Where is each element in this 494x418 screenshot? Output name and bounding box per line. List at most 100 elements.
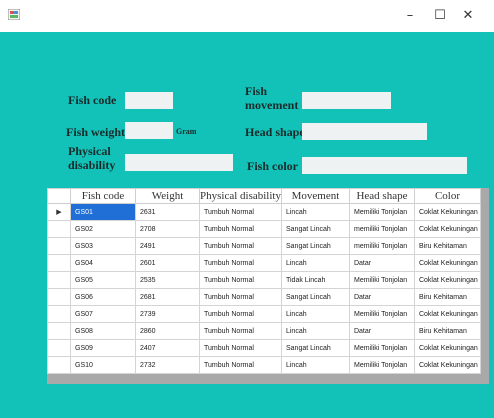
cell-weight[interactable]: 2535 bbox=[135, 271, 200, 289]
cell-fish-code[interactable]: GS08 bbox=[70, 322, 136, 340]
row-header[interactable] bbox=[47, 305, 71, 323]
table-row[interactable]: GS06 2681 Tumbuh Normal Sangat Lincah Datar B… bbox=[47, 288, 481, 306]
cell-color[interactable]: Coklat Kekuningan bbox=[413, 254, 481, 272]
cell-physical-disability[interactable]: Tumbuh Normal bbox=[199, 254, 282, 272]
cell-fish-code[interactable]: GS05 bbox=[70, 271, 136, 289]
cell-physical-disability[interactable]: Tumbuh Normal bbox=[199, 220, 282, 238]
cell-weight[interactable]: 2708 bbox=[135, 220, 200, 238]
fish-movement-field[interactable] bbox=[302, 92, 391, 109]
cell-head-shape[interactable]: Datar bbox=[348, 288, 415, 306]
cell-weight[interactable]: 2681 bbox=[135, 288, 200, 306]
cell-color[interactable]: Biru Kehitaman bbox=[413, 288, 481, 306]
cell-color[interactable]: Coklat Kekuningan bbox=[413, 305, 481, 323]
cell-weight[interactable]: 2739 bbox=[135, 305, 200, 323]
row-header[interactable]: ▶ bbox=[47, 203, 71, 221]
cell-color[interactable]: Coklat Kekuningan bbox=[413, 356, 481, 374]
cell-physical-disability[interactable]: Tumbuh Normal bbox=[199, 305, 282, 323]
column-header-fish-code[interactable]: Fish code bbox=[70, 188, 136, 204]
cell-physical-disability[interactable]: Tumbuh Normal bbox=[199, 356, 282, 374]
cell-weight[interactable]: 2631 bbox=[135, 203, 200, 221]
cell-physical-disability[interactable]: Tumbuh Normal bbox=[199, 288, 282, 306]
cell-movement[interactable]: Lincah bbox=[280, 356, 350, 374]
cell-fish-code[interactable]: GS02 bbox=[70, 220, 136, 238]
fish-code-label: Fish code bbox=[68, 93, 117, 107]
table-row[interactable]: GS04 2601 Tumbuh Normal Lincah Datar Coklat K… bbox=[47, 254, 481, 272]
row-header[interactable] bbox=[47, 288, 71, 306]
cell-head-shape[interactable]: Datar bbox=[348, 322, 415, 340]
cell-physical-disability[interactable]: Tumbuh Normal bbox=[199, 271, 282, 289]
row-header[interactable] bbox=[47, 254, 71, 272]
cell-color[interactable]: Biru Kehitaman bbox=[413, 237, 481, 255]
cell-fish-code[interactable]: GS09 bbox=[70, 339, 136, 357]
cell-color[interactable]: Coklat Kekuningan bbox=[413, 203, 481, 221]
row-header[interactable] bbox=[47, 271, 71, 289]
close-button[interactable]: ✕ bbox=[457, 6, 479, 26]
table-row[interactable]: ▶ GS01 2631 Tumbuh Normal Lincah Memiliki Ton… bbox=[47, 203, 481, 221]
row-header[interactable] bbox=[47, 220, 71, 238]
table-row[interactable]: GS02 2708 Tumbuh Normal Sangat Lincah memili… bbox=[47, 220, 481, 238]
cell-movement[interactable]: Tidak Lincah bbox=[280, 271, 350, 289]
cell-head-shape[interactable]: Memiliki Tonjolan bbox=[348, 271, 415, 289]
cell-head-shape[interactable]: Memiliki Tonjolan bbox=[348, 305, 415, 323]
cell-physical-disability[interactable]: Tumbuh Normal bbox=[199, 322, 282, 340]
cell-movement[interactable]: Lincah bbox=[280, 305, 350, 323]
cell-fish-code[interactable]: GS04 bbox=[70, 254, 136, 272]
cell-head-shape[interactable]: Memiliki Tonjolan bbox=[348, 203, 415, 221]
app-icon bbox=[8, 9, 20, 20]
cell-head-shape[interactable]: memiliki Tonjolan bbox=[348, 220, 415, 238]
cell-physical-disability[interactable]: Tumbuh Normal bbox=[199, 339, 282, 357]
cell-physical-disability[interactable]: Tumbuh Normal bbox=[199, 203, 282, 221]
cell-movement[interactable]: Sangat Lincah bbox=[280, 288, 350, 306]
row-header[interactable] bbox=[47, 237, 71, 255]
cell-fish-code[interactable]: GS06 bbox=[70, 288, 136, 306]
row-header[interactable] bbox=[47, 356, 71, 374]
maximize-button[interactable]: ☐ bbox=[429, 6, 451, 26]
row-header[interactable] bbox=[47, 322, 71, 340]
column-header-movement[interactable]: Movement bbox=[280, 188, 350, 204]
fish-data-grid[interactable]: Fish code Weight Physical disability Mov… bbox=[47, 188, 489, 384]
table-row[interactable]: GS09 2407 Tumbuh Normal Sangat Lincah Memili… bbox=[47, 339, 481, 357]
cell-head-shape[interactable]: memiliki Tonjolan bbox=[348, 237, 415, 255]
column-header-color[interactable]: Color bbox=[413, 188, 481, 204]
cell-movement[interactable]: Sangat Lincah bbox=[280, 237, 350, 255]
cell-weight[interactable]: 2860 bbox=[135, 322, 200, 340]
cell-weight[interactable]: 2601 bbox=[135, 254, 200, 272]
cell-movement[interactable]: Sangat Lincah bbox=[280, 339, 350, 357]
cell-color[interactable]: Coklat Kekuningan bbox=[413, 271, 481, 289]
cell-fish-code[interactable]: GS01 bbox=[70, 203, 136, 221]
cell-fish-code[interactable]: GS10 bbox=[70, 356, 136, 374]
fish-color-field[interactable] bbox=[302, 157, 467, 174]
cell-color[interactable]: Coklat Kekuningan bbox=[413, 220, 481, 238]
table-row[interactable]: GS10 2732 Tumbuh Normal Lincah Memiliki Tonj… bbox=[47, 356, 481, 374]
cell-movement[interactable]: Lincah bbox=[280, 254, 350, 272]
row-header[interactable] bbox=[47, 339, 71, 357]
title-bar: – ☐ ✕ bbox=[0, 0, 494, 32]
column-header-weight[interactable]: Weight bbox=[135, 188, 200, 204]
cell-movement[interactable]: Lincah bbox=[280, 203, 350, 221]
fish-code-field[interactable] bbox=[125, 92, 173, 109]
table-row[interactable]: GS03 2491 Tumbuh Normal Sangat Lincah memili… bbox=[47, 237, 481, 255]
table-row[interactable]: GS05 2535 Tumbuh Normal Tidak Lincah Memilik… bbox=[47, 271, 481, 289]
cell-color[interactable]: Coklat Kekuningan bbox=[413, 339, 481, 357]
cell-physical-disability[interactable]: Tumbuh Normal bbox=[199, 237, 282, 255]
cell-weight[interactable]: 2491 bbox=[135, 237, 200, 255]
cell-weight[interactable]: 2732 bbox=[135, 356, 200, 374]
table-row[interactable]: GS08 2860 Tumbuh Normal Lincah Datar Biru Keh… bbox=[47, 322, 481, 340]
fish-weight-field[interactable] bbox=[125, 122, 173, 139]
cell-movement[interactable]: Lincah bbox=[280, 322, 350, 340]
column-header-physical-disability[interactable]: Physical disability bbox=[199, 188, 282, 204]
minimize-button[interactable]: – bbox=[399, 6, 421, 26]
cell-fish-code[interactable]: GS07 bbox=[70, 305, 136, 323]
cell-head-shape[interactable]: Memiliki Tonjolan bbox=[348, 339, 415, 357]
table-row[interactable]: GS07 2739 Tumbuh Normal Lincah Memiliki Tonj… bbox=[47, 305, 481, 323]
cell-color[interactable]: Biru Kehitaman bbox=[413, 322, 481, 340]
column-header-head-shape[interactable]: Head shape bbox=[348, 188, 415, 204]
head-shape-field[interactable] bbox=[302, 123, 427, 140]
cell-weight[interactable]: 2407 bbox=[135, 339, 200, 357]
cell-head-shape[interactable]: Memiliki Tonjolan bbox=[348, 356, 415, 374]
cell-movement[interactable]: Sangat Lincah bbox=[280, 220, 350, 238]
cell-fish-code[interactable]: GS03 bbox=[70, 237, 136, 255]
cell-head-shape[interactable]: Datar bbox=[348, 254, 415, 272]
physical-disability-field[interactable] bbox=[125, 154, 233, 171]
fish-movement-label-line2: movement bbox=[245, 98, 299, 112]
